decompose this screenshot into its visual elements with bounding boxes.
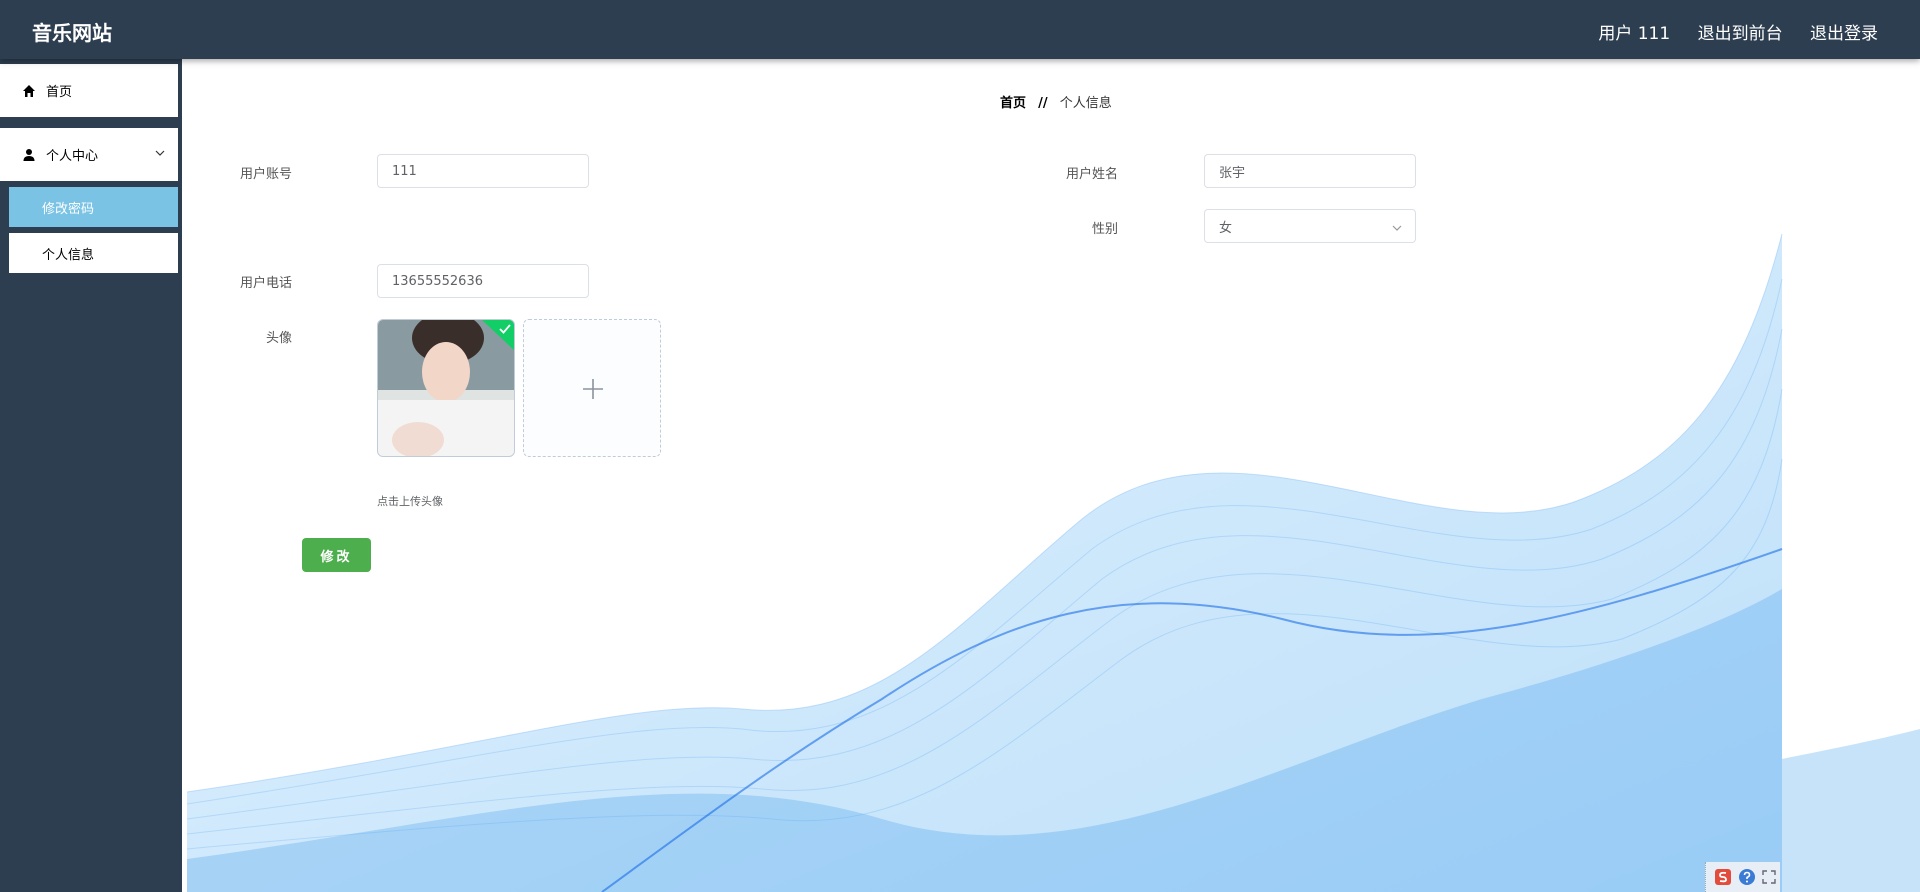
- gender-select[interactable]: 女: [1204, 209, 1416, 243]
- help-icon[interactable]: [1738, 868, 1756, 886]
- upload-tip: 点击上传头像: [377, 495, 443, 508]
- gender-selected-value: 女: [1219, 220, 1233, 236]
- sidebar-subitem-change-password[interactable]: 修改密码: [9, 187, 178, 227]
- logout-link[interactable]: 退出登录: [1810, 24, 1878, 44]
- phone-label: 用户电话: [239, 276, 292, 291]
- breadcrumb-home[interactable]: 首页: [1000, 96, 1026, 111]
- check-icon: [499, 324, 511, 334]
- phone-input[interactable]: 13655552636: [377, 264, 589, 298]
- system-tray: [1705, 862, 1780, 892]
- submit-button[interactable]: 修改: [302, 538, 371, 572]
- account-input[interactable]: 111: [377, 154, 589, 188]
- sidebar-item-personal-center[interactable]: 个人中心: [0, 128, 178, 181]
- sidebar-subitem-label: 个人信息: [42, 247, 95, 263]
- breadcrumb-current: 个人信息: [1059, 96, 1112, 111]
- avatar-label: 头像: [265, 331, 292, 346]
- back-to-front-link[interactable]: 退出到前台: [1698, 24, 1783, 44]
- header-nav: 用户 111 退出到前台 退出登录: [1576, 19, 1878, 44]
- plus-icon: [583, 379, 603, 399]
- user-icon: [23, 148, 35, 161]
- sidebar-subitem-label: 修改密码: [42, 201, 95, 217]
- chevron-down-icon: [155, 150, 165, 156]
- breadcrumb-separator: //: [1038, 96, 1048, 111]
- sidebar-subitem-personal-info[interactable]: 个人信息: [9, 233, 178, 273]
- sidebar-item-label: 首页: [46, 85, 73, 100]
- account-label: 用户账号: [239, 167, 292, 182]
- user-label[interactable]: 用户 111: [1598, 24, 1670, 44]
- main-content: 首页 // 个人信息 用户账号 111 用户姓名 张宇 性别 女 用户电话 13…: [182, 59, 1920, 892]
- top-header: 音乐网站 用户 111 退出到前台 退出登录: [0, 0, 1920, 59]
- breadcrumb: 首页 // 个人信息: [1000, 92, 1112, 111]
- fullscreen-icon[interactable]: [1762, 870, 1776, 884]
- home-icon: [23, 84, 35, 97]
- chevron-down-icon: [1392, 225, 1402, 231]
- avatar-photo: [378, 320, 514, 456]
- sidebar-item-label: 个人中心: [46, 149, 99, 164]
- sidebar: 首页 个人中心 修改密码 个人信息: [0, 59, 182, 892]
- input-method-icon[interactable]: [1714, 868, 1732, 886]
- name-input[interactable]: 张宇: [1204, 154, 1416, 188]
- site-title: 音乐网站: [32, 21, 112, 45]
- avatar-uploaded-image[interactable]: [377, 319, 515, 457]
- name-label: 用户姓名: [1065, 167, 1118, 182]
- avatar-upload-button[interactable]: [523, 319, 661, 457]
- gender-label: 性别: [1091, 222, 1118, 237]
- sidebar-item-home[interactable]: 首页: [0, 64, 178, 117]
